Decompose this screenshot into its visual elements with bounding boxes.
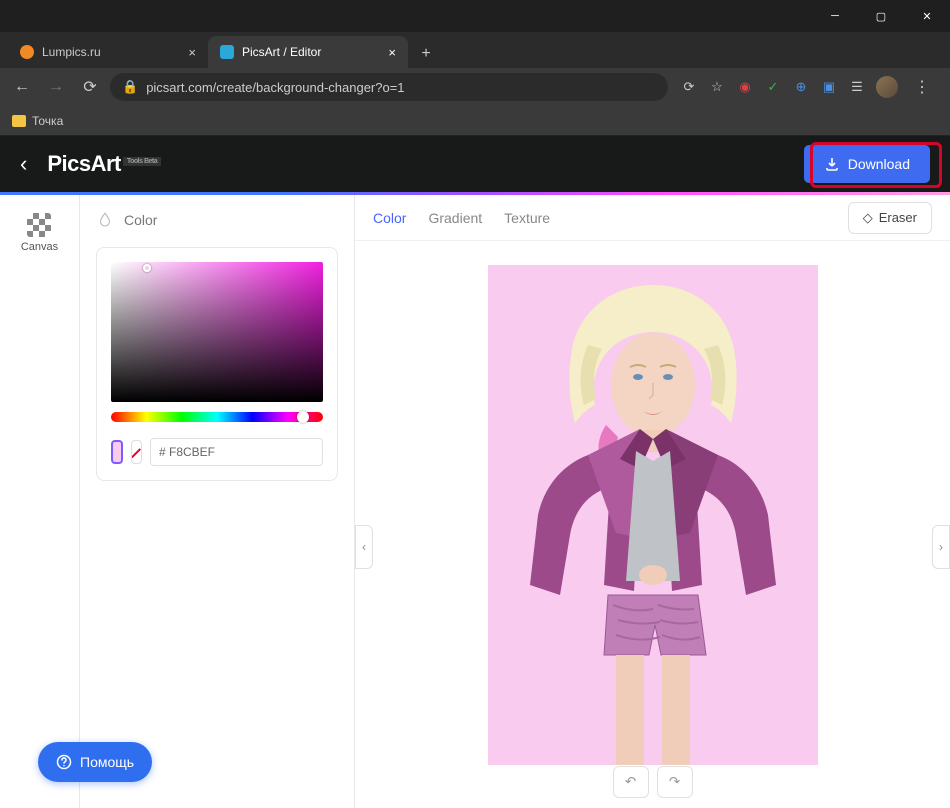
app-header: ‹ PicsArtTools Beta Download [0,136,950,192]
new-tab-button[interactable]: + [412,40,440,68]
address-bar-row: ← → ⟳ 🔒 picsart.com/create/background-ch… [0,68,950,106]
browser-tab[interactable]: Lumpics.ru × [8,36,208,68]
current-color-swatch[interactable] [111,440,123,464]
canvas-icon [27,213,51,237]
extension-icons: ⟳ ☆ ◉ ✓ ⊕ ▣ ☰ ⋮ [674,76,942,98]
left-sidebar: Canvas [0,195,80,808]
editor-area: Color Gradient Texture ◇ Eraser [355,195,950,808]
favicon-icon [220,45,234,59]
download-icon [824,156,840,172]
panel-title-row: Color [96,211,338,229]
nav-reload-button[interactable]: ⟳ [76,73,104,101]
artwork-figure [488,265,818,765]
no-color-swatch[interactable] [131,440,142,464]
extension-icon[interactable]: ◉ [736,78,754,96]
eraser-label: Eraser [879,210,917,225]
browser-tabstrip: Lumpics.ru × PicsArt / Editor × + [0,32,950,68]
color-picker-card [96,247,338,481]
translate-icon[interactable]: ⟳ [680,78,698,96]
download-label: Download [848,156,910,172]
app-content: Canvas Color [0,195,950,808]
folder-icon [12,115,26,127]
profile-avatar[interactable] [876,76,898,98]
panel-collapse-left[interactable]: ‹ [355,525,373,569]
tab-color[interactable]: Color [373,210,406,226]
window-minimize-button[interactable]: ─ [812,0,858,32]
bookmark-item[interactable]: Точка [32,114,63,128]
artwork-canvas[interactable] [488,265,818,765]
help-icon [56,754,72,770]
app-logo: PicsArtTools Beta [47,151,161,177]
hue-slider[interactable] [111,412,323,422]
tab-title: Lumpics.ru [42,45,101,59]
bookmarks-bar: Точка [0,106,950,136]
saturation-value-area[interactable] [111,262,323,402]
browser-tab[interactable]: PicsArt / Editor × [208,36,408,68]
logo-badge: Tools Beta [123,157,161,166]
browser-menu-button[interactable]: ⋮ [908,77,936,97]
lock-icon: 🔒 [122,79,138,95]
mode-tabs: Color Gradient Texture [373,210,550,226]
reading-list-icon[interactable]: ☰ [848,78,866,96]
tab-texture[interactable]: Texture [504,210,550,226]
sidebar-item-canvas[interactable]: Canvas [15,207,64,259]
undo-redo-group: ↶ ↷ [613,766,693,798]
tab-gradient[interactable]: Gradient [428,210,482,226]
tab-title: PicsArt / Editor [242,45,321,59]
undo-button[interactable]: ↶ [613,766,649,798]
tab-close-button[interactable]: × [388,45,396,60]
window-titlebar: ─ ▢ ✕ [0,0,950,32]
nav-back-button[interactable]: ← [8,73,36,101]
color-panel: Color [80,195,355,808]
download-button[interactable]: Download [804,145,930,183]
hex-input[interactable] [150,438,323,466]
extension-icon[interactable]: ⊕ [792,78,810,96]
panel-title: Color [124,212,157,228]
canvas-viewport[interactable]: ‹ › ↶ ↷ [355,241,950,808]
window-close-button[interactable]: ✕ [904,0,950,32]
help-button[interactable]: Помощь [38,742,152,782]
sv-cursor[interactable] [143,264,151,272]
window-maximize-button[interactable]: ▢ [858,0,904,32]
back-chevron-icon[interactable]: ‹ [20,151,27,177]
swatch-row [111,438,323,466]
redo-button[interactable]: ↷ [657,766,693,798]
help-label: Помощь [80,754,134,770]
nav-forward-button[interactable]: → [42,73,70,101]
extension-icon[interactable]: ▣ [820,78,838,96]
panel-collapse-right[interactable]: › [932,525,950,569]
hue-cursor[interactable] [297,411,309,423]
drop-icon [96,211,114,229]
extension-icon[interactable]: ✓ [764,78,782,96]
star-icon[interactable]: ☆ [708,78,726,96]
address-input[interactable]: 🔒 picsart.com/create/background-changer?… [110,73,668,101]
favicon-icon [20,45,34,59]
sidebar-item-label: Canvas [21,241,58,253]
eraser-button[interactable]: ◇ Eraser [848,202,932,234]
editor-toolbar: Color Gradient Texture ◇ Eraser [355,195,950,241]
url-text: picsart.com/create/background-changer?o=… [146,80,404,95]
eraser-icon: ◇ [863,210,873,226]
tab-close-button[interactable]: × [188,45,196,60]
